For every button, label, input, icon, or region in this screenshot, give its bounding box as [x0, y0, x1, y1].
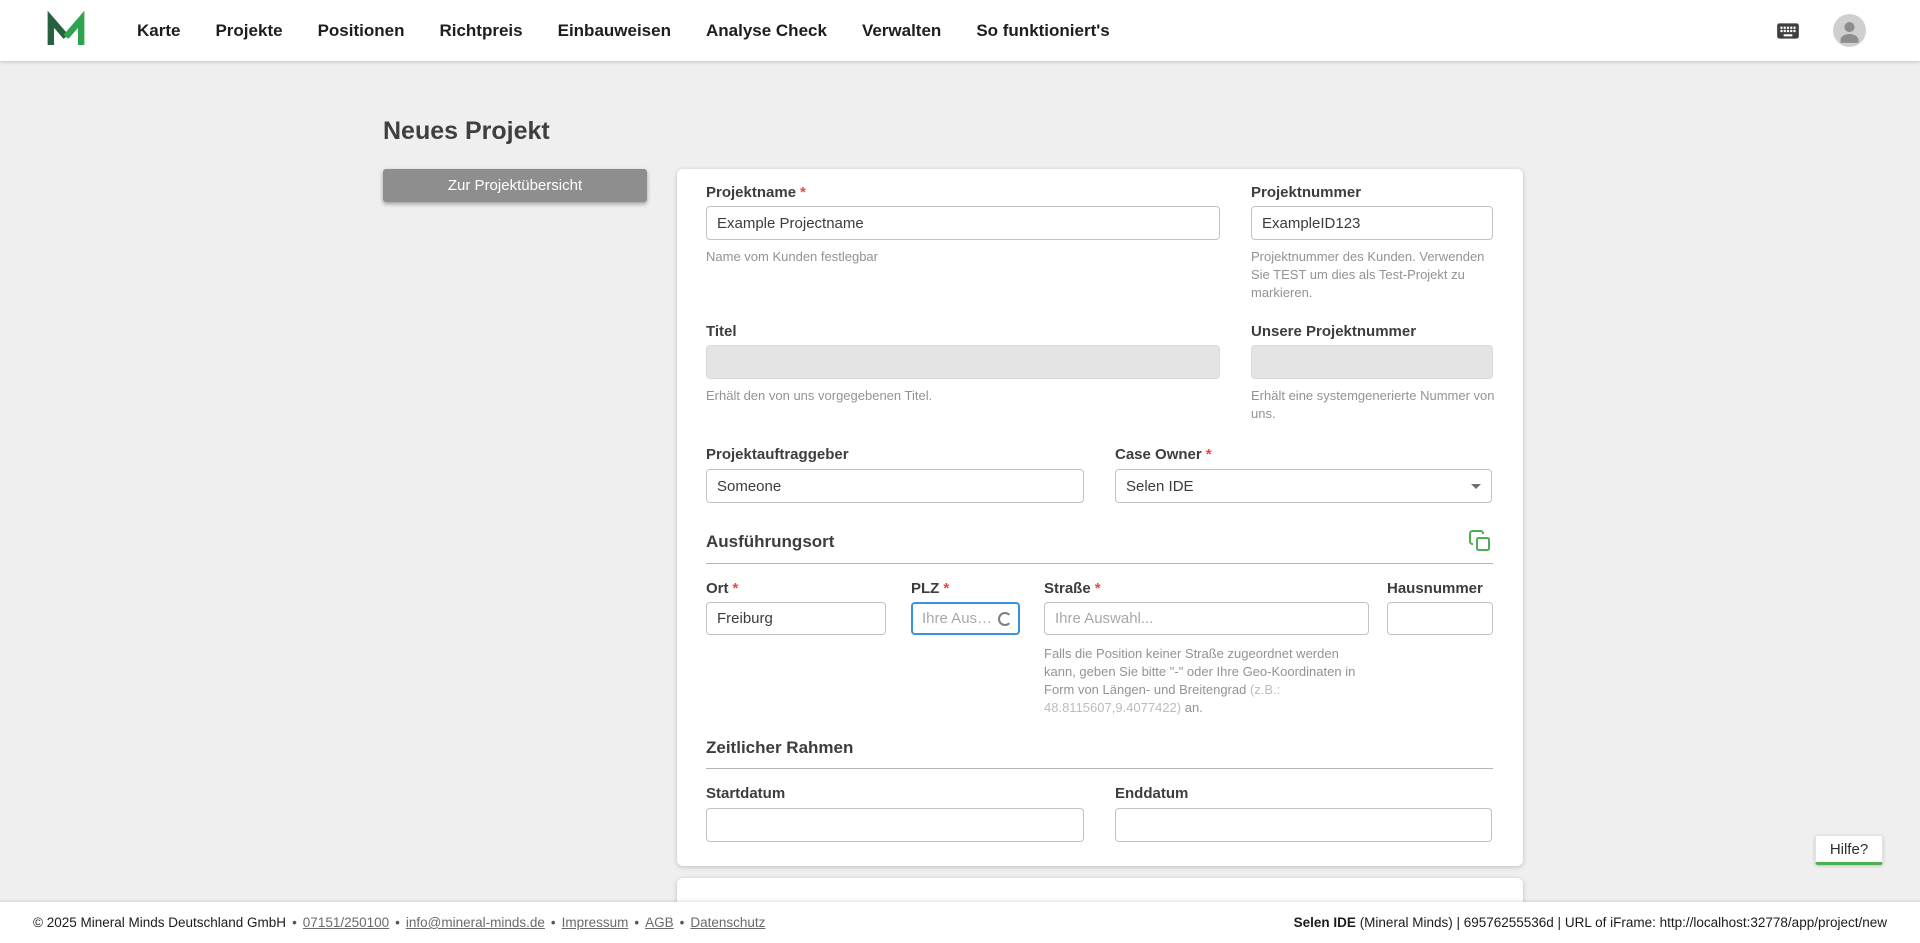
ort-label-text: Ort — [706, 580, 729, 597]
nav-verwalten[interactable]: Verwalten — [862, 21, 941, 41]
page-title: Neues Projekt — [383, 117, 550, 145]
unsere-projektnummer-helper: Erhält eine systemgenerierte Nummer von … — [1251, 388, 1495, 421]
projektnummer-input[interactable] — [1251, 206, 1493, 240]
footer-separator: • — [395, 915, 400, 930]
ort-input[interactable] — [706, 602, 886, 635]
footer-separator: • — [550, 915, 556, 930]
strasse-input[interactable] — [1044, 602, 1369, 635]
footer-left: © 2025 Mineral Minds Deutschland GmbH • … — [33, 915, 765, 930]
footer-separator: • — [292, 915, 297, 930]
enddatum-label: Enddatum — [1115, 785, 1189, 802]
projektnummer-helper: Projektnummer des Kunden. Verwenden Sie … — [1251, 249, 1485, 300]
footer-agb-link[interactable]: AGB — [645, 915, 674, 930]
required-asterisk: * — [1205, 446, 1212, 463]
case-owner-label-text: Case Owner — [1115, 446, 1202, 463]
strasse-helper: Falls die Position keiner Straße zugeord… — [1044, 645, 1374, 717]
nav-so-funktionierts[interactable]: So funktioniert's — [976, 21, 1109, 41]
startdatum-input[interactable] — [706, 808, 1084, 842]
footer-separator: • — [634, 915, 640, 930]
strasse-label-text: Straße — [1044, 580, 1091, 597]
new-project-form-card: Projektname* Name vom Kunden festlegbar … — [677, 169, 1523, 866]
projektname-label: Projektname * — [706, 184, 806, 201]
user-avatar[interactable] — [1833, 14, 1866, 47]
loading-spinner-icon — [998, 612, 1012, 626]
projektauftraggeber-label: Projektauftraggeber — [706, 446, 849, 463]
unsere-projektnummer-input — [1251, 345, 1493, 379]
hausnummer-input[interactable] — [1387, 602, 1493, 635]
required-asterisk: * — [732, 580, 739, 597]
brand-logo[interactable] — [45, 10, 87, 52]
section-zeitlicher-rahmen-title: Zeitlicher Rahmen — [706, 738, 854, 757]
projektname-helper: Name vom Kunden festlegbar — [706, 249, 878, 264]
section-divider — [706, 563, 1493, 564]
copy-icon[interactable] — [1468, 529, 1492, 553]
required-asterisk: * — [800, 184, 806, 201]
copyright-text: © 2025 Mineral Minds Deutschland GmbH — [33, 915, 287, 930]
case-owner-label: Case Owner * — [1115, 446, 1212, 463]
footer-email-link[interactable]: info@mineral-minds.de — [406, 915, 545, 930]
footer-session-info: Selen IDE (Mineral Minds) | 69576255536d… — [1294, 915, 1887, 930]
nav-richtpreis[interactable]: Richtpreis — [439, 21, 522, 41]
required-asterisk: * — [1094, 580, 1101, 597]
nav-karte[interactable]: Karte — [137, 21, 180, 41]
zur-projektuebersicht-button[interactable]: Zur Projektübersicht — [383, 169, 647, 202]
nav-analyse-check[interactable]: Analyse Check — [706, 21, 827, 41]
projektnummer-label: Projektnummer — [1251, 184, 1362, 201]
footer-separator: • — [679, 915, 685, 930]
footer-impressum-link[interactable]: Impressum — [562, 915, 629, 930]
navbar-right — [1772, 14, 1866, 47]
nav-einbauweisen[interactable]: Einbauweisen — [558, 21, 671, 41]
top-navbar: Karte Projekte Positionen Richtpreis Ein… — [0, 0, 1920, 61]
unsere-projektnummer-label: Unsere Projektnummer — [1251, 323, 1417, 340]
projektauftraggeber-input[interactable] — [706, 469, 1084, 503]
ort-label: Ort * — [706, 580, 738, 597]
enddatum-input[interactable] — [1115, 808, 1492, 842]
chevron-down-icon — [1471, 483, 1481, 489]
nav-projekte[interactable]: Projekte — [215, 21, 282, 41]
section-divider — [706, 768, 1493, 769]
section-ausfuehrungsort-title: Ausführungsort — [706, 532, 835, 551]
titel-label: Titel — [706, 323, 737, 340]
footer-session-details: (Mineral Minds) | 69576255536d | URL of … — [1355, 915, 1887, 930]
titel-helper: Erhält den von uns vorgegebenen Titel. — [706, 388, 933, 403]
keyboard-icon[interactable] — [1772, 17, 1806, 45]
strasse-label: Straße * — [1044, 580, 1101, 597]
main-navigation: Karte Projekte Positionen Richtpreis Ein… — [137, 21, 1110, 41]
hilfe-button[interactable]: Hilfe? — [1815, 835, 1883, 865]
nav-positionen[interactable]: Positionen — [318, 21, 405, 41]
projektname-input[interactable] — [706, 206, 1220, 240]
footer: © 2025 Mineral Minds Deutschland GmbH • … — [0, 902, 1920, 943]
hausnummer-label: Hausnummer — [1387, 580, 1483, 597]
case-owner-select[interactable]: Selen IDE — [1115, 469, 1492, 503]
footer-user-name: Selen IDE — [1293, 915, 1356, 930]
startdatum-label: Startdatum — [706, 785, 786, 802]
footer-phone-link[interactable]: 07151/250100 — [303, 915, 389, 930]
footer-datenschutz-link[interactable]: Datenschutz — [690, 915, 765, 930]
titel-input — [706, 345, 1220, 379]
plz-label: PLZ * — [911, 580, 949, 597]
case-owner-selected-value: Selen IDE — [1126, 477, 1194, 495]
projektname-label-text: Projektname — [706, 184, 797, 201]
strasse-helper-main: Falls die Position keiner Straße zugeord… — [1044, 646, 1356, 697]
mineral-minds-logo-icon — [47, 10, 85, 45]
required-asterisk: * — [943, 580, 950, 597]
strasse-helper-suffix: an. — [1181, 699, 1203, 715]
plz-label-text: PLZ — [911, 580, 940, 597]
